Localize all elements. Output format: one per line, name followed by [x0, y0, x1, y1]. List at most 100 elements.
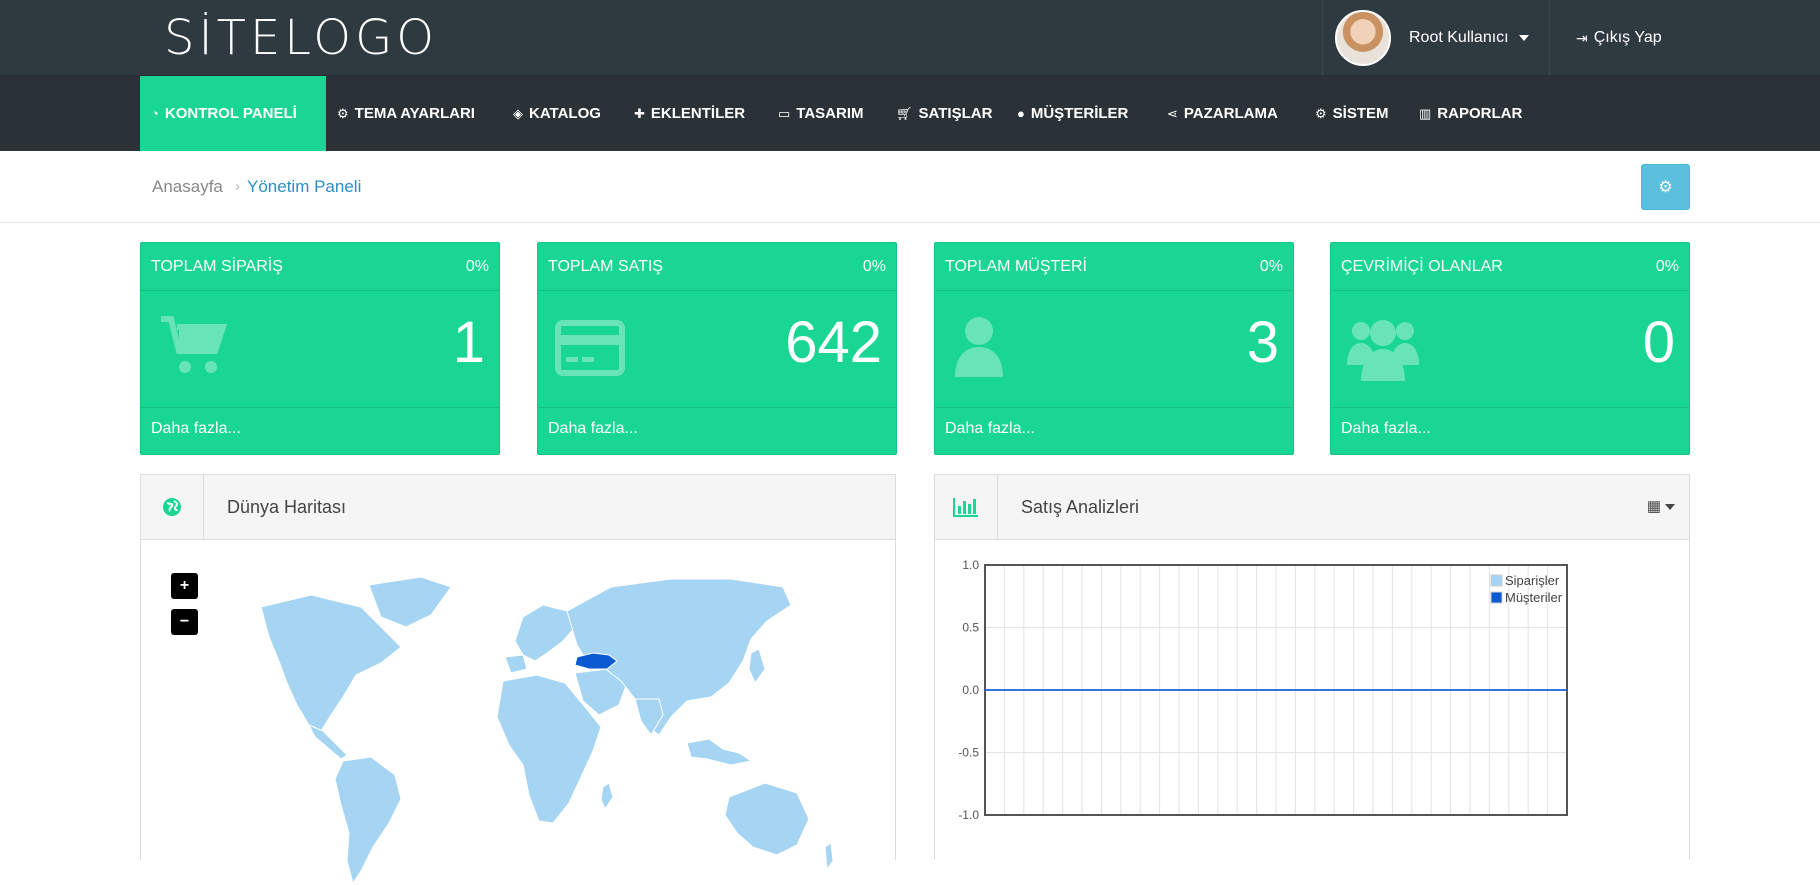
world-map-panel: Dünya Haritası + −	[140, 474, 896, 885]
gear-icon: ⚙	[1658, 179, 1673, 196]
tile-more-link[interactable]: Daha fazla...	[1331, 408, 1689, 450]
calendar-dropdown-button[interactable]: ▦	[1647, 497, 1675, 515]
legend-label: Müşteriler	[1505, 590, 1563, 605]
tile-value: 642	[785, 310, 882, 375]
logout-label: Çıkış Yap	[1593, 29, 1662, 46]
breadcrumb-separator: ›	[235, 178, 240, 195]
avatar	[1335, 10, 1391, 66]
tile-value: 3	[1246, 310, 1279, 375]
nav-item-marketing[interactable]: ⋖ PAZARLAMA	[1156, 76, 1289, 151]
gear-icon: ⚙	[1315, 105, 1327, 121]
calendar-icon: ▦	[1646, 498, 1661, 515]
nav-label: TEMA AYARLARI	[354, 105, 475, 122]
nav-item-system[interactable]: ⚙ SİSTEM	[1304, 76, 1400, 151]
nav-item-theme-settings[interactable]: ⚙ TEMA AYARLARI	[326, 76, 486, 151]
y-tick-label: 1.0	[962, 558, 979, 572]
nav-label: SİSTEM	[1332, 105, 1389, 122]
cogs-icon: ⚙	[337, 105, 349, 121]
tile-value: 0	[1642, 310, 1675, 375]
nav-label: KATALOG	[529, 105, 601, 122]
map-region-australia	[724, 782, 810, 856]
map-region-indonesia	[686, 738, 753, 766]
tile-title: TOPLAM SATIŞ	[548, 257, 663, 275]
credit-card-icon	[555, 320, 625, 376]
map-region-japan	[748, 648, 766, 685]
nav-label: RAPORLAR	[1437, 105, 1523, 122]
tile-value: 1	[452, 310, 485, 375]
legend-label: Siparişler	[1505, 573, 1560, 588]
tags-icon: ◈	[513, 105, 523, 121]
nav-item-design[interactable]: ▭ TASARIM	[767, 76, 875, 151]
world-map[interactable]	[231, 565, 851, 885]
user-icon	[955, 317, 1003, 377]
nav-item-extensions[interactable]: ✚ EKLENTİLER	[623, 76, 756, 151]
top-bar: SİTELOGO Root Kullanıcı ⇥ Çıkış Yap	[0, 0, 1820, 76]
y-tick-label: -1.0	[958, 808, 979, 822]
tile-more-link[interactable]: Daha fazla...	[935, 408, 1293, 450]
nav-label: SATIŞLAR	[918, 105, 993, 122]
zoom-in-button[interactable]: +	[171, 573, 198, 599]
stat-tile-customers: TOPLAM MÜŞTERİ 0% 3 Daha fazla...	[934, 242, 1294, 455]
caret-down-icon	[1518, 35, 1529, 41]
nav-label: TASARIM	[796, 105, 864, 122]
tile-more-link[interactable]: Daha fazla...	[141, 408, 499, 450]
nav-item-catalog[interactable]: ◈ KATALOG	[502, 76, 612, 151]
bar-chart-icon: ▥	[1419, 105, 1432, 121]
map-region-greenland	[368, 576, 452, 628]
cart-icon: 🛒︎	[896, 105, 913, 121]
logout-button[interactable]: ⇥ Çıkış Yap	[1576, 0, 1662, 76]
site-logo[interactable]: SİTELOGO	[164, 10, 438, 66]
sales-chart: 1.0 0.5 0.0 -0.5 -1.0 Siparişler Müşteriler	[958, 558, 1568, 822]
tile-title: ÇEVRİMİÇİ OLANLAR	[1341, 257, 1503, 275]
y-tick-label: 0.5	[962, 621, 979, 635]
user-menu[interactable]: Root Kullanıcı	[1322, 0, 1550, 76]
tile-percent: 0%	[465, 257, 489, 275]
stat-tile-online: ÇEVRİMİÇİ OLANLAR 0% 0 Daha fazla...	[1330, 242, 1690, 455]
sales-analysis-panel: Satış Analizleri ▦ 1.0 0.5 0.0 -0.5 -1.0 Sipa…	[934, 474, 1690, 860]
user-icon: ●	[1017, 106, 1025, 121]
share-icon: ⋖	[1167, 105, 1178, 121]
map-region-south-america	[334, 756, 402, 885]
puzzle-icon: ✚	[634, 105, 645, 121]
map-region-new-zealand	[824, 842, 834, 871]
nav-label: PAZARLAMA	[1183, 105, 1278, 122]
nav-item-customers[interactable]: ● MÜŞTERİLER	[1006, 76, 1139, 151]
desktop-icon: ▭	[778, 105, 791, 121]
settings-button[interactable]: ⚙	[1641, 164, 1690, 210]
caret-down-icon	[1665, 504, 1675, 511]
tile-more-link[interactable]: Daha fazla...	[538, 408, 896, 450]
user-name: Root Kullanıcı	[1409, 29, 1509, 46]
stat-tile-sales: TOPLAM SATIŞ 0% 642 Daha fazla...	[537, 242, 897, 455]
zoom-out-button[interactable]: −	[171, 609, 198, 635]
y-tick-label: 0.0	[962, 683, 979, 697]
stat-tile-orders: TOPLAM SİPARİŞ 0% 1 Daha fazla...	[140, 242, 500, 455]
legend-swatch	[1490, 574, 1503, 587]
nav-item-dashboard[interactable]: ◔ KONTROL PANELİ	[140, 76, 326, 151]
panel-title: Satış Analizleri	[1021, 497, 1140, 517]
panel-title: Dünya Haritası	[227, 497, 347, 517]
dashboard-icon: ◔	[151, 106, 159, 121]
tile-title: TOPLAM MÜŞTERİ	[945, 257, 1087, 275]
map-region-madagascar	[600, 782, 614, 811]
legend-swatch	[1490, 591, 1503, 604]
globe-icon	[163, 498, 181, 516]
y-tick-label: -0.5	[958, 746, 979, 760]
nav-item-sales[interactable]: 🛒︎ SATIŞLAR	[885, 76, 1003, 151]
sign-out-icon: ⇥	[1576, 29, 1588, 46]
breadcrumb-current[interactable]: Yönetim Paneli	[247, 177, 361, 197]
bar-chart-icon	[953, 498, 978, 517]
nav-item-reports[interactable]: ▥ RAPORLAR	[1408, 76, 1533, 151]
tile-percent: 0%	[1655, 257, 1679, 275]
map-region-iberia	[504, 654, 528, 674]
breadcrumb-home[interactable]: Anasayfa	[152, 177, 223, 197]
nav-label: KONTROL PANELİ	[164, 105, 297, 122]
users-icon	[1347, 320, 1419, 381]
cart-icon	[161, 316, 228, 373]
main-nav: ◔ KONTROL PANELİ ⚙ TEMA AYARLARI ◈ KATALOG …	[0, 76, 1820, 151]
tile-percent: 0%	[1259, 257, 1283, 275]
breadcrumb: Anasayfa › Yönetim Paneli ⚙	[0, 151, 1820, 223]
nav-label: MÜŞTERİLER	[1030, 105, 1129, 122]
tile-percent: 0%	[862, 257, 886, 275]
tile-title: TOPLAM SİPARİŞ	[151, 257, 283, 275]
nav-label: EKLENTİLER	[650, 105, 746, 122]
